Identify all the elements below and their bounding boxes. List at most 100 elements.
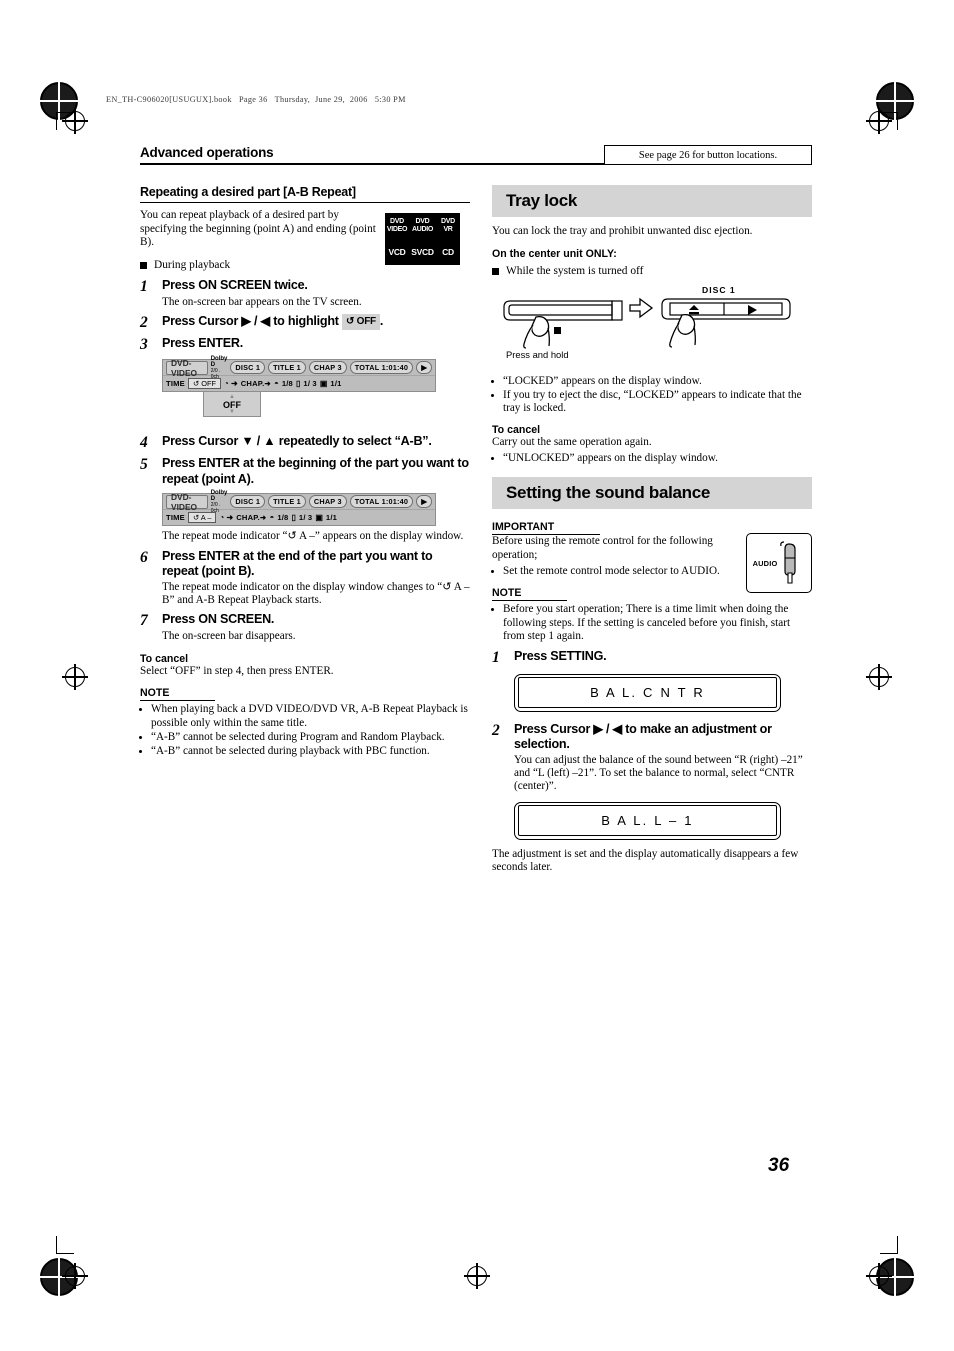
- sound-balance-note-bullet: Before you start operation; There is a t…: [503, 603, 812, 643]
- step-6-number: 6: [140, 548, 148, 566]
- crop-cross-bottom-left: [62, 1263, 88, 1289]
- osd-bar-1: DVD-VIDEO Dolby D 2/0 . 0ch DISC 1 TITLE…: [162, 356, 436, 418]
- osd-next-arrow-icon: ▶: [416, 361, 432, 375]
- osd-subtitle-icon: ▯: [295, 379, 301, 389]
- osd-clock-icon: ◔ ➜: [223, 379, 238, 389]
- osd2-audio-track-value: 1/8: [277, 513, 289, 523]
- osd-bar-2-row-1: DVD-VIDEO Dolby D 2/0 . 0ch DISC 1 TITLE…: [163, 490, 435, 514]
- badge-dvd-vr-line1: DVD: [441, 217, 455, 225]
- display-panel-2-text: B A L. L – 1: [601, 813, 694, 829]
- osd-repeat-mode-icon: ↺ OFF: [187, 378, 221, 390]
- osd-angle-value: 1/1: [330, 379, 342, 389]
- osd2-total-label: TOTAL: [354, 497, 380, 507]
- square-bullet-icon: [140, 261, 147, 269]
- sb-step-1: 1 Press SETTING.: [492, 649, 812, 666]
- step-5-desc-indicator: ↺ A –: [287, 530, 315, 543]
- osd2-clock-icon: ◔ ➜: [219, 513, 234, 523]
- crop-cross-bottom-right: [866, 1263, 892, 1289]
- osd-time-label: TIME: [166, 379, 185, 389]
- osd-bar-1-row-1: DVD-VIDEO Dolby D 2/0 . 0ch DISC 1 TITLE…: [163, 356, 435, 380]
- osd-total-time: 1:01:40: [381, 363, 409, 373]
- tray-lock-illustration: Press and hold DISC 1: [492, 285, 812, 371]
- disc-badge-col-1: DVD VIDEO VCD: [385, 213, 409, 265]
- left-column: Repeating a desired part [A-B Repeat] Yo…: [140, 185, 470, 759]
- disc-badge-col-3: DVD VR CD: [436, 213, 460, 265]
- step-4-number: 4: [140, 434, 148, 452]
- step-6-text: Press ENTER at the end of the part you w…: [162, 548, 433, 579]
- disc-1-caption: DISC 1: [702, 284, 736, 295]
- badge-dvd-audio-line1: DVD: [415, 217, 430, 225]
- osd-angle-icon: ▣: [319, 379, 328, 389]
- step-2-text-post: .: [379, 314, 384, 329]
- step-6-desc-pre: The repeat mode indicator on the display…: [162, 580, 443, 593]
- osd2-time-label: TIME: [166, 513, 185, 523]
- repeat-heading: Repeating a desired part [A-B Repeat]: [140, 185, 356, 199]
- osd2-chapter-search-icon: CHAP.➜: [236, 513, 267, 523]
- step-2-text-pre: Press Cursor ▶ / ◀ to highlight: [162, 314, 339, 329]
- osd-disc-chip: DISC 1: [230, 361, 266, 375]
- step-6: 6 Press ENTER at the end of the part you…: [140, 549, 470, 580]
- tray-lock-bullets: “LOCKED” appears on the display window. …: [492, 375, 812, 416]
- step-4: 4 Press Cursor ▼ / ▲ repeatedly to selec…: [140, 434, 470, 451]
- page-number: 36: [768, 1155, 790, 1176]
- osd-title-chip: TITLE 1: [268, 361, 306, 375]
- important-bullet: Set the remote control mode selector to …: [503, 565, 731, 578]
- osd2-audio-format-line1: Dolby D: [210, 489, 228, 502]
- left-note-item: “A-B” cannot be selected during Program …: [151, 731, 470, 744]
- press-and-hold-caption: Press and hold: [506, 348, 569, 360]
- important-bullets: Set the remote control mode selector to …: [492, 565, 731, 578]
- step-2: 2 Press Cursor ▶ / ◀ to highlight ↺ OFF.: [140, 314, 470, 331]
- step-2-text: Press Cursor ▶ / ◀ to highlight ↺ OFF.: [162, 314, 383, 331]
- left-to-cancel-label: To cancel: [140, 652, 189, 665]
- osd-bar-2-row-2: TIME ↺ A – ◔ ➜ CHAP.➜ ◓ 1/8 ▯ 1/ 3 ▣ 1/1: [163, 509, 435, 525]
- manual-page: EN_TH-C906020[USUGUX].book Page 36 Thurs…: [0, 0, 954, 1351]
- sound-balance-note-label: NOTE: [492, 587, 568, 602]
- osd2-subtitle-value: 1/ 3: [298, 513, 313, 523]
- important-label: IMPORTANT: [492, 521, 601, 536]
- tray-lock-to-cancel-label: To cancel: [492, 424, 541, 437]
- step-5-text: Press ENTER at the beginning of the part…: [162, 456, 469, 486]
- step-5-number: 5: [140, 456, 148, 474]
- trim-bracket-top-left: [56, 112, 74, 130]
- badge-cd: CD: [436, 239, 460, 265]
- badge-dvd-video: DVD VIDEO: [385, 213, 409, 238]
- step-1-text: Press ON SCREEN twice.: [162, 277, 308, 292]
- badge-dvd-video-line1: DVD: [390, 217, 404, 225]
- left-to-cancel-text: Select “OFF” in step 4, then press ENTER…: [140, 664, 334, 677]
- osd2-audio-track-icon: ◓: [269, 513, 275, 523]
- display-panel-2: B A L. L – 1: [514, 801, 781, 840]
- trim-bracket-bottom-right: [880, 1236, 898, 1254]
- mode-selector-switch-icon: [780, 541, 797, 584]
- osd2-angle-value: 1/1: [325, 513, 338, 523]
- badge-dvd-audio: DVD AUDIO: [410, 213, 435, 238]
- tray-lock-cancel-bullets: “UNLOCKED” appears on the display window…: [492, 452, 812, 465]
- tray-lock-bullet: “LOCKED” appears on the display window.: [503, 375, 812, 388]
- osd-chapter-search-icon: CHAP.➜: [240, 379, 271, 389]
- osd2-repeat-mode-icon: ↺ A –: [187, 512, 217, 524]
- repeat-off-highlight-icon: ↺ OFF: [342, 314, 380, 330]
- tray-lock-bullet: If you try to eject the disc, “LOCKED” a…: [503, 389, 812, 416]
- sound-balance-important-block: IMPORTANT Before using the remote contro…: [492, 517, 812, 594]
- during-playback-label: During playback: [154, 258, 231, 271]
- step-1-desc: The on-screen bar appears on the TV scre…: [162, 295, 362, 308]
- step-7-text: Press ON SCREEN.: [162, 612, 275, 627]
- tray-lock-intro: You can lock the tray and prohibit unwan…: [492, 225, 753, 237]
- osd2-audio-format: Dolby D 2/0 . 0ch: [211, 490, 228, 514]
- osd2-total-chip: TOTAL 1:01:40: [349, 495, 414, 509]
- badge-svcd: SVCD: [410, 239, 435, 265]
- osd-audio-format: Dolby D 2/0 . 0ch: [211, 356, 228, 380]
- osd2-title-chip: TITLE 1: [268, 495, 306, 509]
- step-4-text: Press Cursor ▼ / ▲ repeatedly to select …: [162, 434, 432, 449]
- osd-repeat-dropdown[interactable]: ▲ OFF ▼: [203, 391, 261, 418]
- trim-bracket-bottom-left: [56, 1236, 74, 1254]
- sb-step-2-number: 2: [492, 721, 500, 739]
- osd2-chapter-chip: CHAP 3: [308, 495, 347, 509]
- step-6-desc: The repeat mode indicator on the display…: [162, 581, 470, 608]
- file-header: EN_TH-C906020[USUGUX].book Page 36 Thurs…: [106, 95, 406, 104]
- osd-total-label: TOTAL: [354, 363, 380, 373]
- sb-step-1-number: 1: [492, 648, 500, 666]
- see-page-note: See page 26 for button locations.: [604, 145, 812, 165]
- step-7-number: 7: [140, 612, 148, 630]
- step-5-desc: The repeat mode indicator “↺ A –” appear…: [162, 530, 470, 543]
- display-panel-1-text: B A L. C N T R: [590, 685, 705, 701]
